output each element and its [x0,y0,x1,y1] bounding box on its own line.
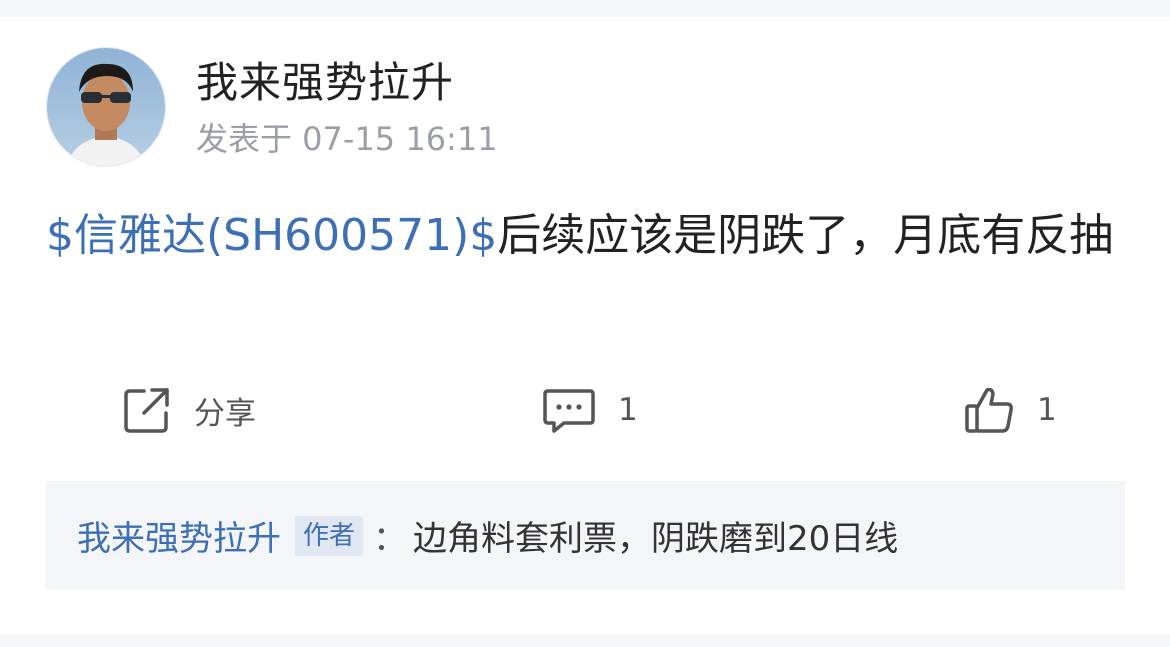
post-time: 发表于 07-15 16:11 [196,120,498,158]
top-divider [0,0,1170,17]
share-label: 分享 [194,395,256,432]
comment-preview[interactable]: 我来强势拉升 作者 ： 边角料套利票，阴跌磨到20日线 [46,481,1125,590]
author-name[interactable]: 我来强势拉升 [196,55,454,111]
share-icon [124,388,169,433]
post-body: $信雅达(SH600571)$后续应该是阴跌了，月底有反抽 [46,203,1126,269]
comment-separator: ： [373,519,408,559]
share-button[interactable]: 分享 [122,380,256,440]
like-button[interactable]: 1 [963,380,1057,440]
post-text: 后续应该是阴跌了，月底有反抽 [497,210,1114,261]
avatar[interactable] [46,47,166,167]
comment-text: 边角料套利票，阴跌磨到20日线 [413,519,899,559]
avatar-image [47,48,165,166]
comment-button[interactable]: 1 [542,380,638,440]
stock-link[interactable]: $信雅达(SH600571)$ [46,210,497,261]
author-badge: 作者 [295,515,364,556]
comment-icon [543,389,595,433]
thumbs-up-icon [965,387,1013,433]
comment-count: 1 [618,392,638,428]
comment-author[interactable]: 我来强势拉升 [77,511,281,560]
like-count: 1 [1037,392,1057,428]
bottom-divider [0,634,1170,647]
